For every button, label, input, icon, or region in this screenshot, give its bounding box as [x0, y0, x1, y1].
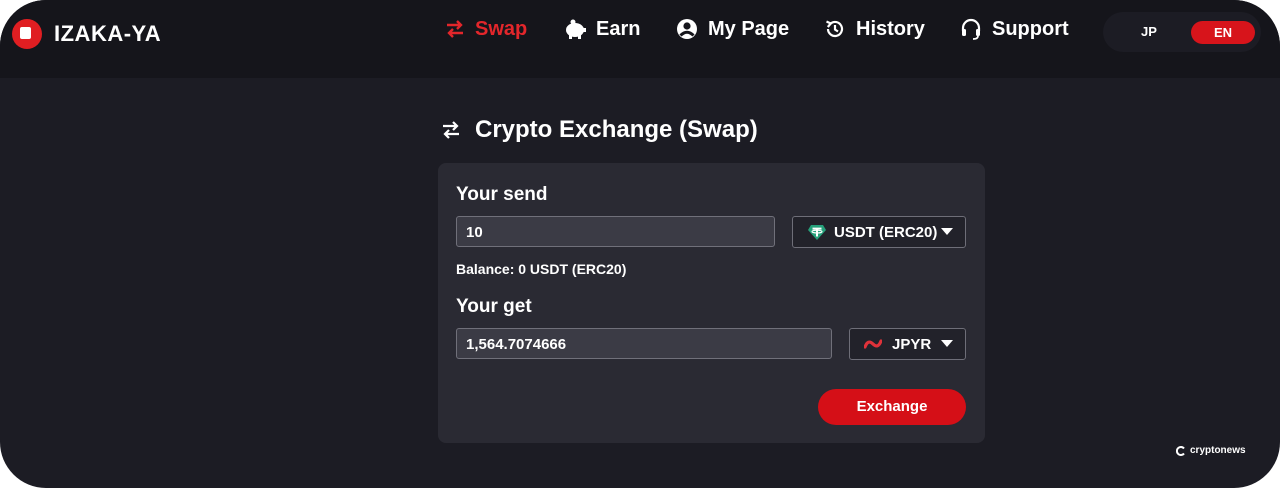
nav-swap[interactable]: Swap: [445, 14, 527, 44]
nav-my-page-label: My Page: [708, 17, 790, 40]
nav-swap-label: Swap: [475, 17, 528, 40]
nav-earn[interactable]: Earn: [564, 14, 640, 44]
get-label: Your get: [456, 296, 532, 317]
exchange-button[interactable]: Exchange: [818, 389, 966, 425]
cryptonews-logo-icon: [1176, 445, 1185, 456]
send-balance: Balance: 0 USDT (ERC20): [456, 261, 627, 277]
jpyr-icon: [864, 339, 882, 349]
watermark-text: cryptonews: [1190, 445, 1246, 456]
nav-history-label: History: [856, 17, 925, 40]
headset-icon: [961, 18, 981, 40]
nav-support-label: Support: [992, 17, 1069, 40]
nav-history[interactable]: History: [824, 14, 925, 44]
swap-card: Your send 10 USDT (ERC20) Balance: 0 USD…: [438, 163, 985, 443]
swap-arrows-icon: [443, 121, 459, 139]
history-icon: [826, 20, 844, 38]
nav-earn-label: Earn: [596, 17, 641, 40]
swap-arrows-icon: [447, 20, 463, 38]
nav-support[interactable]: Support: [960, 14, 1069, 44]
language-jp-button[interactable]: JP: [1141, 24, 1157, 39]
language-en-button[interactable]: EN: [1191, 21, 1255, 44]
language-switcher: JP EN: [1103, 12, 1261, 52]
izakaya-logo-icon: [12, 19, 42, 49]
app-frame: IZAKA-YA Swap Earn My Page History Suppo…: [0, 0, 1280, 488]
brand-name: IZAKA-YA: [54, 21, 162, 46]
user-circle-icon: [677, 19, 697, 39]
send-token-label: USDT (ERC20): [834, 223, 938, 241]
caret-down-icon: [941, 340, 954, 347]
brand[interactable]: IZAKA-YA: [12, 16, 161, 52]
top-navbar: IZAKA-YA Swap Earn My Page History Suppo…: [0, 0, 1280, 78]
send-amount-input[interactable]: 10: [456, 216, 775, 247]
nav-my-page[interactable]: My Page: [676, 14, 789, 44]
get-token-label: JPYR: [892, 335, 932, 353]
piggy-bank-icon: [566, 19, 586, 39]
watermark: cryptonews: [1176, 445, 1246, 456]
get-amount-input[interactable]: 1,564.7074666: [456, 328, 832, 359]
caret-down-icon: [941, 228, 954, 235]
get-token-select[interactable]: JPYR: [849, 328, 966, 360]
tether-icon: [808, 224, 826, 240]
page-title-text: Crypto Exchange (Swap): [475, 116, 758, 143]
send-token-select[interactable]: USDT (ERC20): [792, 216, 966, 248]
page-title: Crypto Exchange (Swap): [441, 116, 758, 144]
send-label: Your send: [456, 184, 548, 205]
